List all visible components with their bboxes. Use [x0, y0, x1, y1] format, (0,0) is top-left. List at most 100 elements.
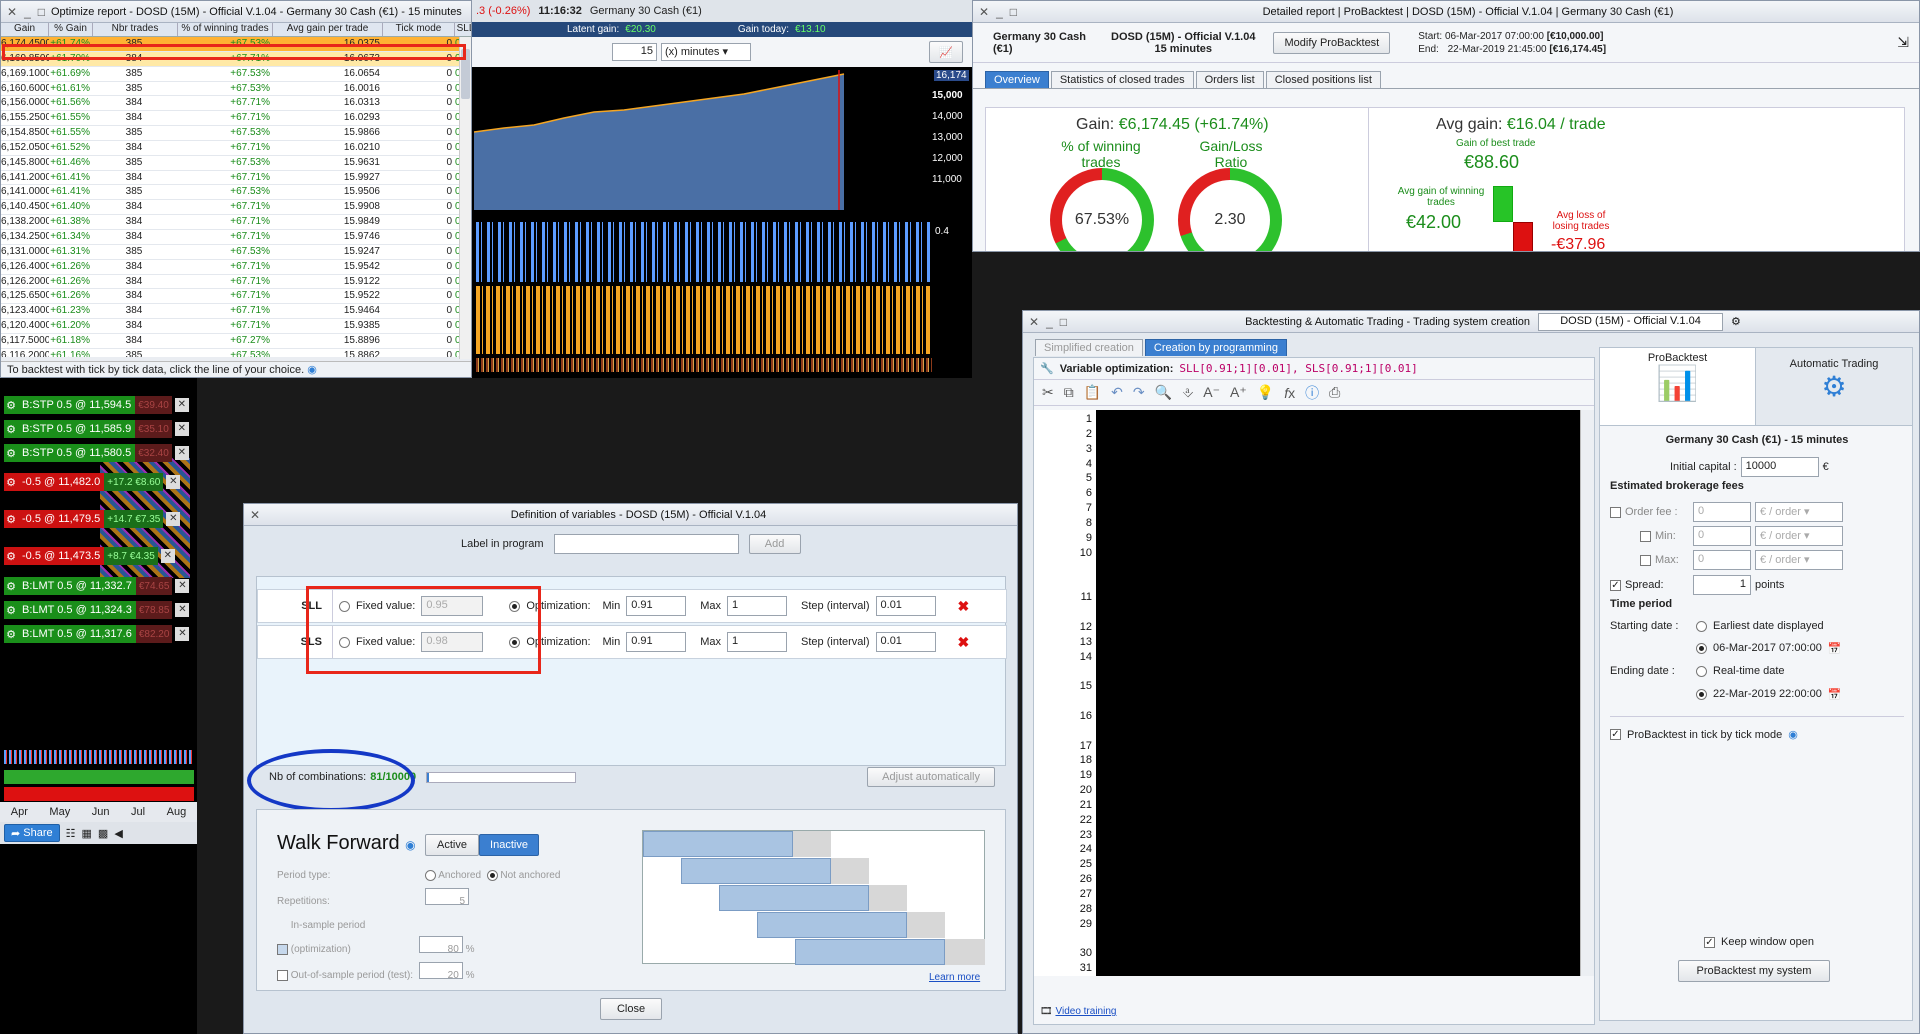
label-input[interactable] [553, 534, 739, 554]
column-header[interactable]: Gain [1, 23, 49, 36]
period-unit-select[interactable]: (x) minutes ▾ [661, 43, 751, 61]
cut-icon[interactable]: ✂ [1042, 384, 1054, 401]
tab-overview[interactable]: Overview [985, 71, 1049, 88]
help-icon[interactable]: ⓘ [1305, 383, 1319, 403]
order-item[interactable]: ⚙ B:STP 0.5 @ 11,594.5 €39.40 ✕ [4, 396, 189, 414]
probacktest-my-system-button[interactable]: ProBacktest my system [1678, 960, 1830, 982]
order-fee-unit[interactable]: € / order ▾ [1755, 502, 1843, 522]
oos-checkbox[interactable] [277, 969, 288, 981]
table-row[interactable]: 6,125.6500+61.26%384+67.71%15.952200.980… [1, 289, 471, 305]
toolbar-icon[interactable]: ☷ [66, 827, 76, 840]
order-fee-input[interactable]: 0 [1693, 502, 1751, 522]
min-fee-unit[interactable]: € / order ▾ [1755, 526, 1843, 546]
minimize-icon[interactable]: _ [24, 5, 31, 19]
adjust-automatically-button[interactable]: Adjust automatically [867, 767, 995, 787]
undo-icon[interactable]: ↶ [1111, 384, 1123, 401]
delete-icon[interactable]: ✖ [958, 598, 970, 615]
scroll-left-icon[interactable]: ◀ [114, 827, 122, 840]
table-row[interactable]: 6,152.0500+61.52%384+67.71%16.021000.950… [1, 140, 471, 156]
min-input[interactable]: 0.91 [626, 596, 687, 616]
minimize-icon[interactable]: _ [996, 5, 1003, 19]
step-input[interactable]: 0.01 [875, 596, 936, 616]
insample-input[interactable]: 80 [418, 936, 463, 955]
step-input[interactable]: 0.01 [875, 632, 936, 652]
min-fee-input[interactable]: 0 [1693, 526, 1751, 546]
maximize-icon[interactable]: □ [1010, 5, 1017, 19]
end-date-radio[interactable] [1696, 688, 1707, 700]
font-increase-icon[interactable]: A⁺ [1230, 384, 1247, 401]
table-row[interactable]: 6,123.4000+61.23%384+67.71%15.946400.970… [1, 304, 471, 320]
video-link[interactable]: 🎞 Video training [1040, 1006, 1116, 1017]
table-row[interactable]: 6,138.2000+61.38%384+67.71%15.984900.960… [1, 215, 471, 230]
table-row[interactable]: 6,160.6000+61.61%385+67.53%16.001600.960… [1, 81, 471, 97]
font-decrease-icon[interactable]: A⁻ [1203, 384, 1220, 401]
minimize-icon[interactable]: _ [1046, 315, 1053, 329]
inactive-button[interactable]: Inactive [479, 834, 539, 856]
table-row[interactable]: 6,145.8000+61.46%385+67.53%15.963100.970… [1, 155, 471, 171]
order-item[interactable]: ⚙ B:LMT 0.5 @ 11,317.6 €82.20 ✕ [4, 625, 190, 643]
table-row[interactable]: 6,134.2500+61.34%384+67.71%15.974600.951 [1, 229, 471, 245]
function-icon[interactable]: fx [1284, 385, 1295, 401]
delete-icon[interactable]: ✖ [958, 634, 970, 651]
info-icon[interactable]: ◉ [405, 838, 415, 852]
tab-closed-positions[interactable]: Closed positions list [1265, 71, 1381, 88]
start-date-radio[interactable] [1696, 642, 1707, 654]
table-row[interactable]: 6,169.1000+61.69%385+67.53%16.065400.950… [1, 66, 471, 82]
table-row[interactable]: 6,141.0000+61.41%385+67.53%15.950600.960… [1, 185, 471, 201]
table-row[interactable]: 6,116.2000+61.16%385+67.53%15.886200.990… [1, 348, 471, 357]
table-row[interactable]: 6,126.4000+61.26%384+67.71%15.954200.980… [1, 259, 471, 275]
share-button[interactable]: ➦ Share [4, 824, 60, 842]
cancel-order-icon[interactable]: ✕ [174, 422, 189, 436]
oos-input[interactable]: 20 [418, 962, 463, 981]
order-item[interactable]: ⚙ -0.5 @ 11,482.0 +17.2 €8.60 ✕ [4, 473, 181, 491]
code-editor[interactable] [1096, 410, 1580, 976]
max-input[interactable]: 1 [727, 596, 788, 616]
order-item[interactable]: ⚙ B:LMT 0.5 @ 11,324.3 €78.85 ✕ [4, 601, 190, 619]
column-header[interactable]: Avg gain per trade [273, 23, 383, 36]
order-item[interactable]: ⚙ -0.5 @ 11,479.5 +14.7 €7.35 ✕ [4, 510, 181, 528]
keep-open-checkbox[interactable]: ✓ [1704, 936, 1715, 948]
tick-mode-checkbox[interactable]: ✓ [1610, 729, 1621, 740]
tab-statistics[interactable]: Statistics of closed trades [1050, 71, 1194, 88]
close-icon[interactable]: ✕ [7, 5, 17, 19]
cancel-order-icon[interactable]: ✕ [166, 475, 181, 489]
max-fee-checkbox[interactable] [1640, 554, 1651, 566]
calendar-icon[interactable]: 📅 [1828, 642, 1842, 655]
table-row[interactable]: 6,131.0000+61.31%385+67.53%15.924700.980… [1, 244, 471, 260]
period-input[interactable]: 15 [612, 43, 657, 61]
print-icon[interactable]: ⎙ [1329, 384, 1340, 401]
repetitions-input[interactable]: 5 [425, 888, 469, 907]
system-select[interactable]: DOSD (15M) - Official V.1.04 [1538, 312, 1724, 331]
tab-simplified[interactable]: Simplified creation [1035, 339, 1143, 356]
search-icon[interactable]: 🔍 [1155, 384, 1172, 401]
table-scrollbar[interactable] [459, 37, 471, 359]
collapse-icon[interactable]: ⇲ [1897, 34, 1909, 51]
max-fee-unit[interactable]: € / order ▾ [1755, 550, 1843, 570]
max-input[interactable]: 1 [727, 632, 788, 652]
not-anchored-radio[interactable] [486, 869, 498, 881]
order-item[interactable]: ⚙ B:LMT 0.5 @ 11,332.7 €74.65 ✕ [4, 577, 190, 595]
info-icon[interactable]: ◉ [307, 364, 317, 376]
cancel-order-icon[interactable]: ✕ [174, 446, 189, 460]
toolbar-icon[interactable]: ▩ [98, 827, 108, 840]
capital-input[interactable]: 10000 [1740, 457, 1819, 477]
redo-icon[interactable]: ↷ [1133, 384, 1145, 401]
column-header[interactable]: Tick mode [383, 23, 455, 36]
table-row[interactable]: 6,120.4000+61.20%384+67.71%15.938500.961 [1, 319, 471, 334]
column-header[interactable]: % Gain [49, 23, 93, 36]
cancel-order-icon[interactable]: ✕ [175, 627, 190, 641]
table-row[interactable]: 6,117.5000+61.18%384+67.27%15.889600.990… [1, 333, 471, 349]
order-item[interactable]: ⚙ -0.5 @ 11,473.5 +8.7 €4.35 ✕ [4, 547, 175, 565]
editor-scrollbar[interactable] [1580, 410, 1594, 976]
order-item[interactable]: ⚙ B:STP 0.5 @ 11,580.5 €32.40 ✕ [4, 444, 189, 462]
cancel-order-icon[interactable]: ✕ [175, 603, 190, 617]
lightbulb-icon[interactable]: 💡 [1257, 384, 1274, 401]
comment-icon[interactable]: ⎀ [1182, 384, 1193, 401]
close-icon[interactable]: ✕ [979, 5, 989, 19]
cancel-order-icon[interactable]: ✕ [160, 549, 175, 563]
table-row[interactable]: 6,155.2500+61.55%384+67.71%16.029300.960… [1, 111, 471, 127]
table-row[interactable]: 6,156.0000+61.56%384+67.71%16.031300.960… [1, 96, 471, 112]
anchored-radio[interactable] [425, 869, 436, 881]
table-row[interactable]: 6,154.8500+61.55%385+67.53%15.986600.950… [1, 126, 471, 141]
add-button[interactable]: Add [748, 534, 801, 554]
